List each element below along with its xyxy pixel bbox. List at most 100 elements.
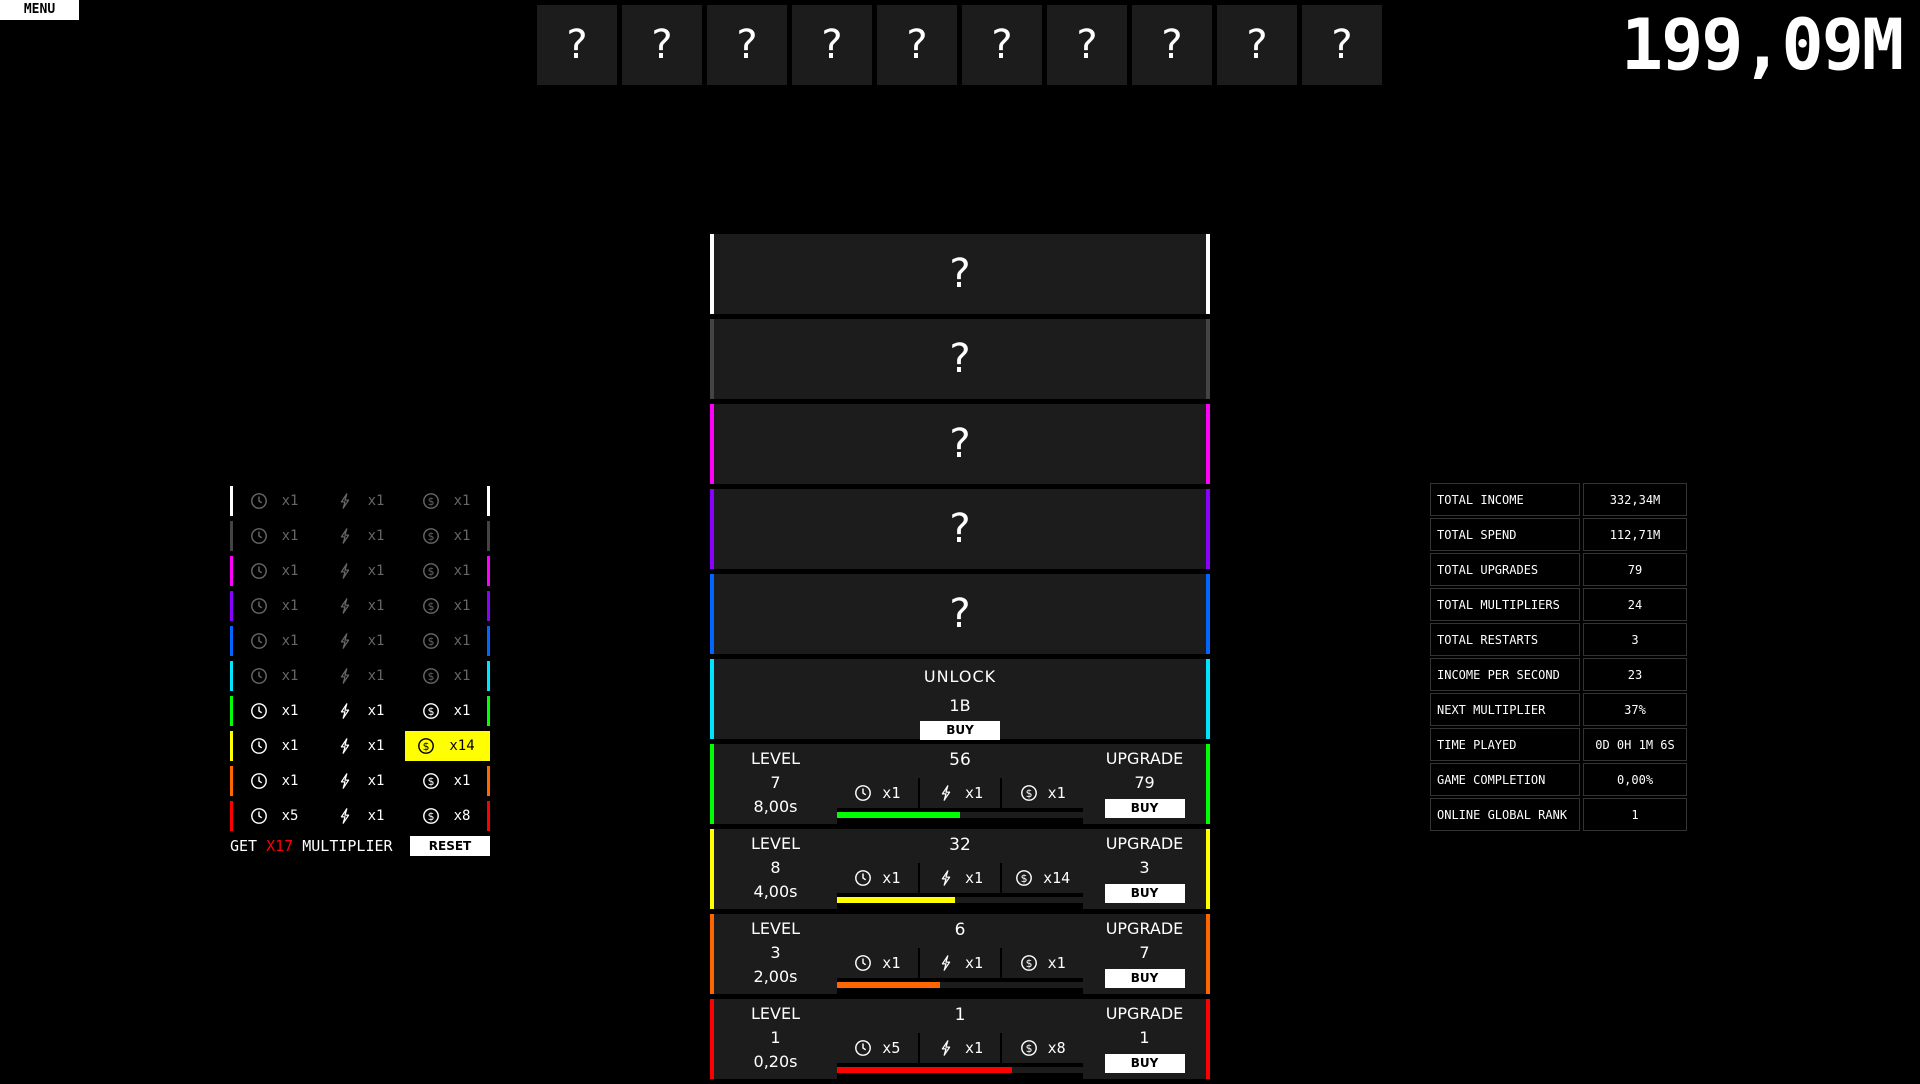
multiplier-row: x1 x1 $ x1: [230, 661, 490, 691]
generator-multipliers: x1 x1 $ x1: [837, 948, 1084, 978]
stat-label: TOTAL RESTARTS: [1430, 623, 1580, 656]
locked-generator-row: ?: [710, 404, 1210, 484]
generator-upgrade: UPGRADE 3 BUY: [1083, 829, 1206, 909]
unlock-generator-row: UNLOCK 1B BUY: [710, 659, 1210, 740]
multiplier-table-cell: x1: [233, 626, 315, 656]
generator-center: 1 x5 x1 $ x8: [837, 999, 1084, 1079]
cycle-time: 2,00s: [753, 967, 798, 986]
stat-value: 79: [1583, 553, 1687, 586]
locked-slot: ?: [622, 5, 702, 85]
generator-upgrade: UPGRADE 7 BUY: [1083, 914, 1206, 994]
multiplier-table-cell: $ x1: [405, 486, 487, 516]
lightning-icon: [336, 597, 354, 615]
level-label: LEVEL: [751, 919, 800, 938]
stat-row: TOTAL SPEND 112,71M: [1430, 518, 1690, 551]
svg-text:$: $: [427, 810, 434, 823]
multiplier-table-cell: x1: [233, 591, 315, 621]
svg-text:$: $: [1025, 787, 1032, 800]
lightning-icon: [937, 869, 955, 887]
multiplier-table-value: x1: [367, 493, 385, 509]
multiplier-row: x1 x1 $ x1: [230, 521, 490, 551]
multiplier-table-value: x1: [367, 738, 385, 754]
multiplier-cell: $ x1: [1002, 948, 1084, 978]
multiplier-value: x1: [882, 869, 901, 887]
clock-icon: [250, 562, 268, 580]
unlock-price: 1B: [949, 696, 971, 715]
multiplier-table-value: x1: [453, 598, 471, 614]
upgrade-cost: 79: [1134, 773, 1155, 792]
dollar-icon: $: [1015, 869, 1033, 887]
dollar-icon: $: [422, 492, 440, 510]
multiplier-table-value: x1: [453, 773, 471, 789]
level-label: LEVEL: [751, 749, 800, 768]
level-label: LEVEL: [751, 834, 800, 853]
locked-slot: ?: [707, 5, 787, 85]
multiplier-table-value: x1: [453, 633, 471, 649]
stat-row: INCOME PER SECOND 23: [1430, 658, 1690, 691]
multiplier-table-cell: x1: [233, 766, 315, 796]
svg-text:$: $: [1025, 1042, 1032, 1055]
stats-panel: TOTAL INCOME 332,34M TOTAL SPEND 112,71M TOT…: [1430, 483, 1690, 833]
multiplier-table-cell: $ x1: [405, 556, 487, 586]
stat-row: GAME COMPLETION 0,00%: [1430, 763, 1690, 796]
generator-multipliers: x1 x1 $ x14: [837, 863, 1084, 893]
multiplier-row: x1 x1 $ x1: [230, 766, 490, 796]
stat-label: TOTAL INCOME: [1430, 483, 1580, 516]
unlock-buy-button[interactable]: BUY: [920, 721, 1000, 740]
generator-row: LEVEL 8 4,00s 32 x1 x1 $ x14 UPGRADE 3 BUY: [710, 829, 1210, 909]
multiplier-row: x1 x1 $ x1: [230, 486, 490, 516]
upgrade-buy-button[interactable]: BUY: [1104, 884, 1185, 903]
level-value: 1: [770, 1028, 781, 1047]
stat-row: TOTAL INCOME 332,34M: [1430, 483, 1690, 516]
stat-row: TIME PLAYED 0D 0H 1M 6S: [1430, 728, 1690, 761]
menu-button[interactable]: MENU: [0, 0, 79, 20]
multiplier-table-cell: x1: [233, 661, 315, 691]
upgrade-buy-button[interactable]: BUY: [1104, 1054, 1185, 1073]
stat-value: 37%: [1583, 693, 1687, 726]
multiplier-table-value: x1: [453, 563, 471, 579]
multiplier-table-cell: x1: [319, 661, 401, 691]
locked-slot: ?: [877, 5, 957, 85]
upgrade-buy-button[interactable]: BUY: [1104, 799, 1185, 818]
stat-row: TOTAL RESTARTS 3: [1430, 623, 1690, 656]
unlock-label: UNLOCK: [923, 667, 997, 686]
locked-slot: ?: [537, 5, 617, 85]
multiplier-row: x1 x1 $ x1: [230, 591, 490, 621]
progress-bar: [837, 897, 1083, 903]
multiplier-table-value: x1: [281, 598, 299, 614]
dollar-icon: $: [422, 527, 440, 545]
multiplier-value: x1: [1047, 784, 1066, 802]
svg-text:$: $: [427, 635, 434, 648]
multiplier-value: x5: [882, 1039, 901, 1057]
multiplier-table-value: x1: [367, 598, 385, 614]
multiplier-value: x1: [1047, 954, 1066, 972]
lightning-icon: [937, 784, 955, 802]
upgrade-buy-button[interactable]: BUY: [1104, 969, 1185, 988]
generator-level: LEVEL 7 8,00s: [714, 744, 837, 824]
multiplier-table-value: x1: [281, 493, 299, 509]
multiplier-value: x1: [882, 784, 901, 802]
multiplier-value: x1: [964, 784, 984, 802]
multiplier-table-cell: x5: [233, 801, 315, 831]
lightning-icon: [336, 667, 354, 685]
svg-text:$: $: [427, 495, 434, 508]
multiplier-table-cell: $ x1: [405, 626, 487, 656]
generator-row: LEVEL 3 2,00s 6 x1 x1 $ x1 UPGRADE 7 BUY: [710, 914, 1210, 994]
multiplier-table-value: x1: [453, 528, 471, 544]
multiplier-table-cell: $ x1: [405, 766, 487, 796]
generator-center: 6 x1 x1 $ x1: [837, 914, 1084, 994]
multiplier-table-value: x1: [367, 773, 385, 789]
money-counter: 199,09M: [1620, 4, 1904, 86]
production-column: ????? UNLOCK 1B BUY LEVEL 7 8,00s 56 x1 x1 $ x1 UPGR…: [710, 234, 1210, 1084]
multiplier-table-cell: x1: [233, 731, 315, 761]
multiplier-table-value: x1: [453, 668, 471, 684]
level-value: 8: [770, 858, 781, 877]
multiplier-table-cell: x1: [319, 556, 401, 586]
lightning-icon: [336, 702, 354, 720]
footer-prefix: GET: [230, 837, 258, 855]
reset-button[interactable]: RESET: [410, 836, 490, 856]
locked-generator-row: ?: [710, 319, 1210, 399]
multiplier-table-cell: x1: [319, 731, 401, 761]
upgrade-label: UPGRADE: [1105, 834, 1184, 853]
locked-generator-row: ?: [710, 574, 1210, 654]
